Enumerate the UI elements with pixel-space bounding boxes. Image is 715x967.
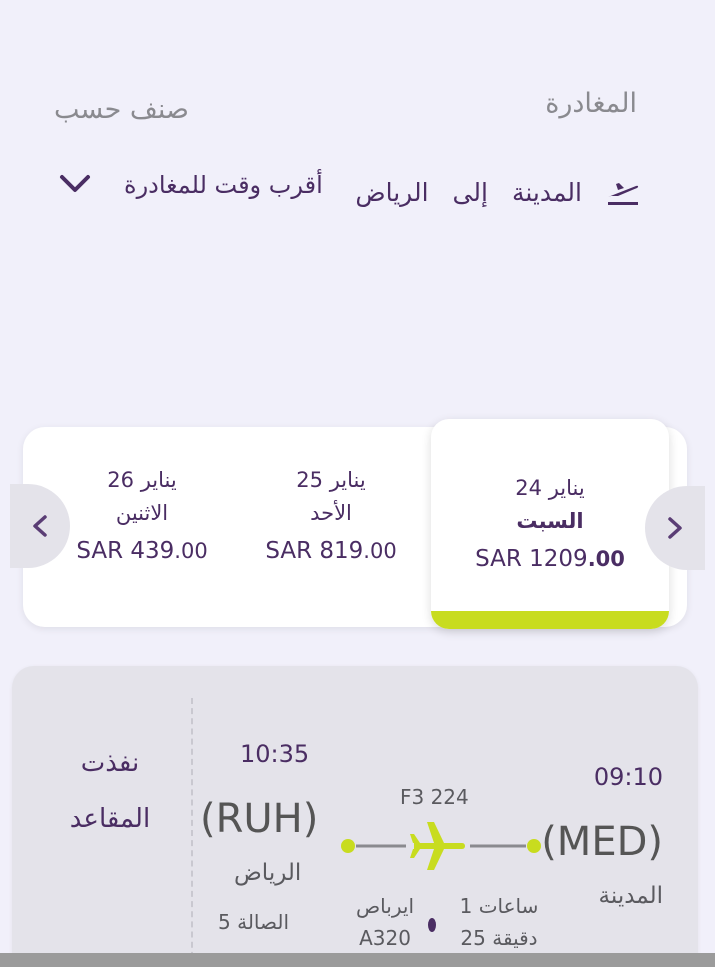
sort-dropdown-value[interactable]: أقرب وقت للمغادرة — [124, 171, 323, 199]
date-card-26[interactable]: 26 يناير الاثنين SAR 439.00 — [42, 465, 242, 571]
date-label: 26 يناير — [107, 468, 177, 492]
airplane-icon — [410, 822, 465, 870]
date-label: 24 يناير — [515, 476, 585, 500]
flight-number: F3 224 — [400, 785, 469, 809]
departure-airport-code: (MED) — [541, 819, 663, 865]
sold-out-status: نفذت المقاعد — [69, 748, 151, 834]
arrival-airport-code: (RUH) — [200, 796, 319, 842]
departure-label: المغادرة — [545, 88, 637, 119]
route-summary: المدينة إلى الرياض — [355, 170, 640, 214]
route-destination: الرياض — [355, 177, 429, 207]
route-origin: المدينة — [511, 177, 582, 207]
departure-time: 09:10 — [593, 763, 663, 791]
price-label: SAR 1209.00 — [475, 546, 625, 572]
arrival-time: 10:35 — [240, 740, 310, 768]
date-label: 25 يناير — [296, 468, 366, 492]
aircraft-type: ايرباص A320 — [356, 894, 414, 950]
sort-by-label: صنف حسب — [54, 94, 189, 125]
weekday-label: الأحد — [310, 501, 352, 525]
chevron-left-icon — [33, 515, 47, 537]
date-card-25[interactable]: 25 يناير الأحد SAR 819.00 — [231, 465, 431, 571]
price-label: SAR 819.00 — [265, 538, 397, 564]
bottom-scroll-bar — [0, 953, 715, 967]
date-card-24-content: 24 يناير السبت SAR 1209.00 — [450, 473, 650, 579]
selected-indicator — [431, 611, 669, 629]
route-to-word: إلى — [452, 177, 488, 207]
card-divider — [191, 698, 193, 967]
price-label: SAR 439.00 — [76, 538, 208, 564]
chevron-down-icon[interactable] — [58, 170, 92, 198]
flight-duration: 1 ساعات 25 دقيقة — [459, 894, 539, 950]
plane-departure-icon — [608, 183, 639, 205]
departure-city: المدينة — [598, 883, 663, 909]
arrival-city: الرياض — [234, 860, 302, 886]
weekday-label: الاثنين — [115, 501, 169, 525]
arrival-terminal: الصالة 5 — [218, 910, 289, 934]
weekday-label: السبت — [516, 509, 584, 533]
chevron-right-icon — [668, 517, 682, 539]
separator-dot — [428, 918, 436, 932]
flight-route-line — [341, 822, 541, 870]
